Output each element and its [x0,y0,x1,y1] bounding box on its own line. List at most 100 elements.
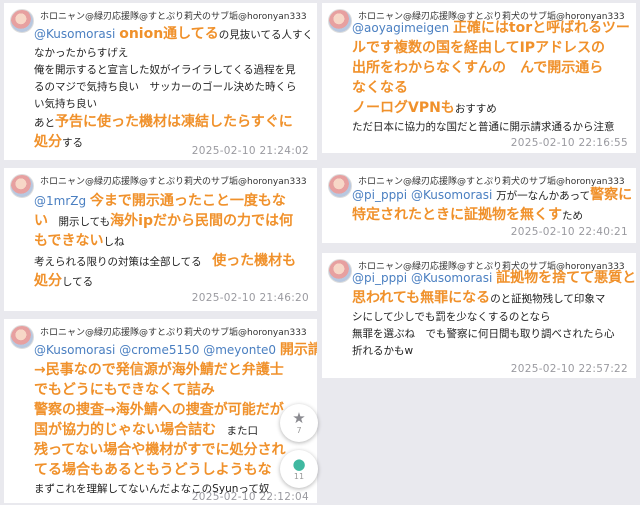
post-line: 処分してる [34,272,311,292]
username[interactable]: ホロニャン@緑刃応援隊@すとぷり莉犬のサブ垢@horonyan333 [40,325,307,338]
timestamp: 2025-02-10 22:16:55 [510,137,628,149]
mention-text[interactable]: @pi_pppi @Kusomorasi [352,188,496,202]
post-card[interactable]: ホロニャン@緑刃応援隊@すとぷり莉犬のサブ垢@horonyan333 @Kuso… [4,3,317,160]
post-card[interactable]: ホロニャン@緑刃応援隊@すとぷり莉犬のサブ垢@horonyan333 @pi_p… [322,168,636,243]
star-count: 7 [296,426,302,435]
highlight-text: 海外ipだから民間の力では何 [110,213,293,229]
highlight-text: 使った機材も [212,253,297,269]
post-body: @aoyagimeigen 正確にはtorと呼ばれるツー ルです複数の国を経由して… [352,19,630,136]
avatar[interactable] [10,9,34,33]
post-line: 国が協力的じゃない場合詰む また口 [34,421,311,441]
highlight-text: 国が協力的じゃない場合詰む [34,422,216,438]
post-text: しね [103,236,125,248]
post-line: 折れるかもw [352,343,630,360]
post-line: でもどうにもできなくて詰み [34,381,311,401]
star-icon: ★ [292,409,306,427]
post-card[interactable]: ホロニャン@緑刃応援隊@すとぷり莉犬のサブ垢@horonyan333 @Kuso… [4,319,317,503]
username[interactable]: ホロニャン@緑刃応援隊@すとぷり莉犬のサブ垢@horonyan333 [40,9,307,22]
post-text: 開示しても [48,216,111,228]
mention-text[interactable]: @aoyagimeigen [352,21,453,35]
post-line: ルです複数の国を経由してIPアドレスの [352,39,630,59]
post-line: @pi_pppi @Kusomorasi 証拠物を捨てて悪質と [352,269,636,289]
post-line: @1mrZg 今まで開示通ったこと一度もな [34,192,311,212]
highlight-text: onion通してる [119,26,219,42]
highlight-text: 予告に使った機材は凍結したらすぐに [55,114,293,130]
highlight-text: てる場合もあるともうどうしようもな [34,462,272,478]
post-text: るのマジで気持ち良い サッカーのゴール決めた時くら [34,81,297,93]
mention-text[interactable]: @1mrZg [34,194,90,208]
post-line: 出所をわからなくすんの んで開示通ら [352,59,630,79]
highlight-text: 今まで開示通ったこと一度もな [89,193,286,209]
post-text: 無罪を選ぶね でも警察に何日間も取り調べされたら心 [352,328,615,340]
post-line: @aoyagimeigen 正確にはtorと呼ばれるツー [352,19,630,39]
post-line: 残ってない場合や機材がすでに処分され [34,441,311,461]
post-line: 特定されたときに証拠物を無くすため [352,206,630,226]
post-body: @Kusomorasi @crome5150 @meyonte0 開示請求→民事… [34,341,317,498]
post-text: あと [34,117,55,129]
highlight-text: ノーログVPNも [352,100,455,116]
highlight-text: 特定されたときに証拠物を無くす [352,207,562,223]
highlight-text: 残ってない場合や機材がすでに処分され [34,442,286,458]
post-text: する [62,137,83,149]
avatar[interactable] [328,174,352,198]
post-line: い 開示しても海外ipだから民間の力では何 [34,212,311,232]
timestamp: 2025-02-10 22:40:21 [510,226,628,238]
post-text: してる [62,276,94,288]
post-line: るのマジで気持ち良い サッカーのゴール決めた時くら [34,79,311,96]
post-line: 思われても無罪になるのと証拠物残して印象マ [352,289,630,309]
post-line: ただ日本に協力的な国だと普通に開示請求通るから注意 [352,119,630,136]
highlight-text: 思われても無罪になる [352,290,491,306]
post-text: 考えられる限りの対策は全部してる [34,256,213,268]
post-text: なかったからすげえ [34,47,129,59]
mention-text[interactable]: @pi_pppi @Kusomorasi [352,271,496,285]
highlight-text: 警察に [590,187,633,203]
post-line: @Kusomorasi @crome5150 @meyonte0 開示請求 [34,341,317,361]
highlight-text: →民事なので発信源が海外鯖だと弁護士 [34,362,284,378]
comment-button[interactable]: ● 11 [280,450,318,488]
comment-icon: ● [292,455,306,473]
post-text: 折れるかもw [352,345,414,357]
post-card[interactable]: ホロニャン@緑刃応援隊@すとぷり莉犬のサブ垢@horonyan333 @pi_p… [322,253,636,378]
post-line: →民事なので発信源が海外鯖だと弁護士 [34,361,311,381]
post-card[interactable]: ホロニャン@緑刃応援隊@すとぷり莉犬のサブ垢@horonyan333 @1mrZ… [4,168,317,311]
username[interactable]: ホロニャン@緑刃応援隊@すとぷり莉犬のサブ垢@horonyan333 [40,174,307,187]
mention-text[interactable]: @Kusomorasi @crome5150 @meyonte0 [34,343,280,357]
post-body: @pi_pppi @Kusomorasi 万が一なんかあって警察に特定されたとき… [352,186,633,226]
highlight-text: 正確にはtorと呼ばれるツー [452,20,630,36]
timestamp: 2025-02-10 22:57:22 [510,363,628,375]
mention-text[interactable]: @Kusomorasi [34,27,119,41]
timestamp: 2025-02-10 21:24:02 [191,145,309,157]
post-text: ただ日本に協力的な国だと普通に開示請求通るから注意 [352,121,615,133]
post-line: 考えられる限りの対策は全部してる 使った機材も [34,252,311,272]
highlight-text: 証拠物を捨てて悪質と [496,270,636,286]
post-line: あと予告に使った機材は凍結したらすぐに [34,113,311,133]
star-button[interactable]: ★ 7 [280,404,318,442]
highlight-text: ルです複数の国を経由してIPアドレスの [352,40,606,56]
avatar[interactable] [328,259,352,283]
post-text: 万が一なんかあって [496,190,591,202]
post-line: 俺を開示すると宣言した奴がイライラしてくる過程を見 [34,62,311,79]
post-text: おすすめ [454,103,497,115]
highlight-text: 警察の捜査→海外鯖への捜査が可能だが [34,402,284,418]
post-body: @pi_pppi @Kusomorasi 証拠物を捨てて悪質と 思われても無罪にな… [352,269,636,360]
highlight-text: 開示請求 [279,342,317,358]
avatar[interactable] [328,9,352,33]
timestamp: 2025-02-10 21:46:20 [191,292,309,304]
post-text: 俺を開示すると宣言した奴がイライラしてくる過程を見 [34,64,296,76]
post-line: い気持ち良い [34,96,311,113]
avatar[interactable] [10,174,34,198]
post-line: てる場合もあるともうどうしようもな [34,461,311,481]
post-text: い気持ち良い [34,98,97,110]
post-text: の見抜いてる人すく [218,29,313,41]
highlight-text: でもどうにもできなくて詰み [34,382,215,398]
post-line: 無罪を選ぶね でも警察に何日間も取り調べされたら心 [352,326,630,343]
post-text: また口 [216,425,258,437]
post-body: @1mrZg 今まで開示通ったこと一度もない 開示しても海外ipだから民間の力で… [34,192,311,292]
highlight-text: 処分 [34,273,62,289]
highlight-text: 出所をわからなくすんの んで開示通ら [352,60,604,76]
avatar[interactable] [10,325,34,349]
post-text: ため [562,210,583,222]
post-card[interactable]: ホロニャン@緑刃応援隊@すとぷり莉犬のサブ垢@horonyan333 @aoya… [322,3,636,153]
post-line: なかったからすげえ [34,45,311,62]
highlight-text: もできない [34,233,104,249]
